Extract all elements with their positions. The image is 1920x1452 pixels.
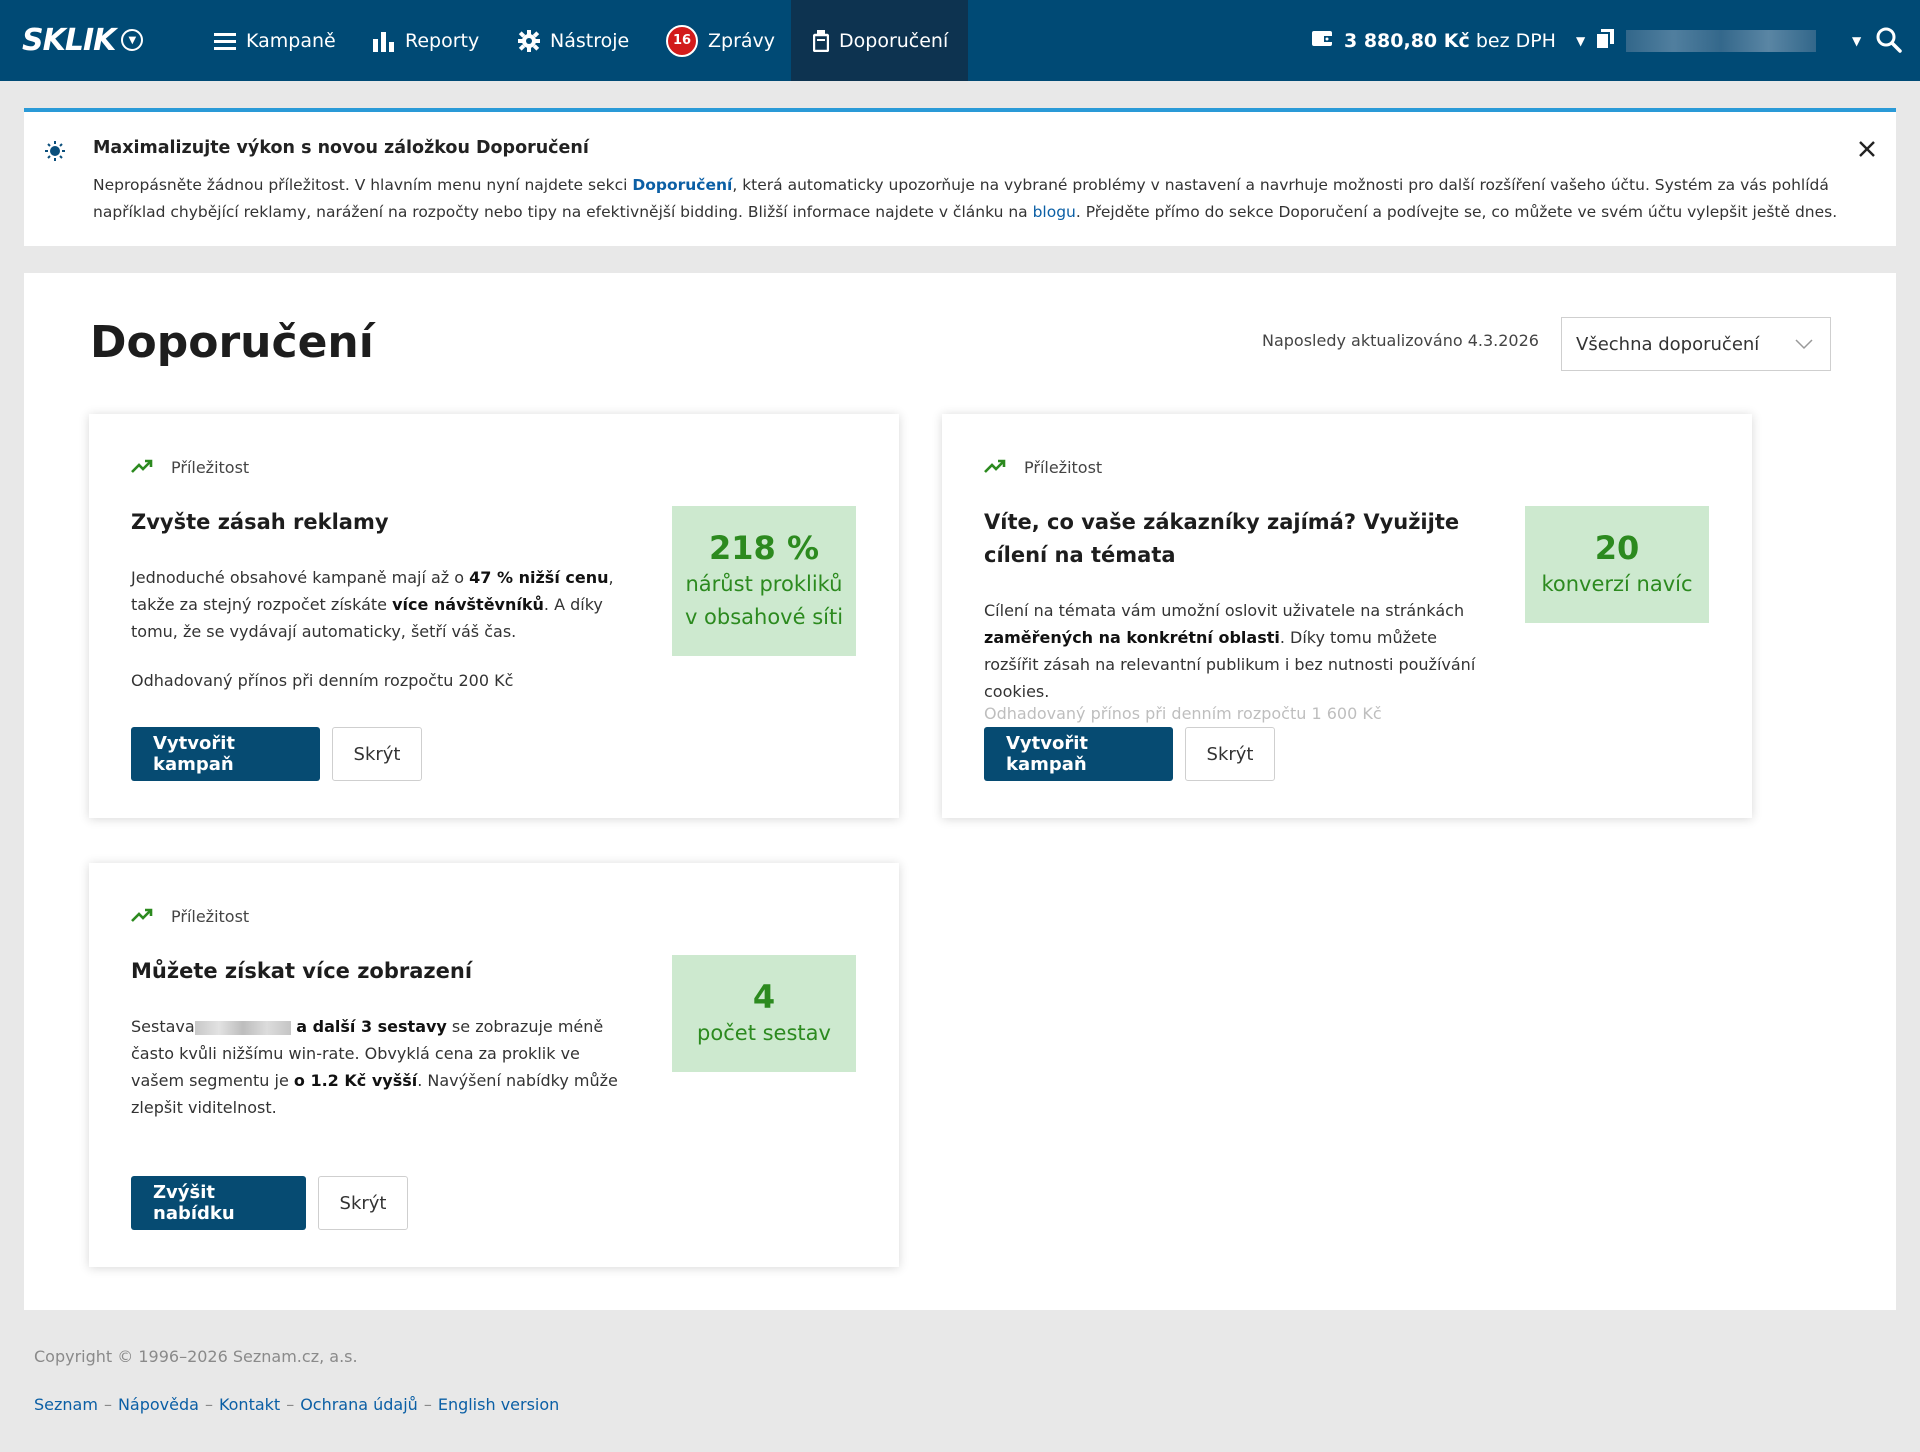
nav-nastroje[interactable]: Nástroje — [518, 0, 629, 81]
banner-text: Nepropásněte žádnou příležitost. V hlavn… — [93, 176, 1838, 221]
nav-label: Nástroje — [550, 29, 630, 52]
wallet-icon — [1312, 29, 1334, 52]
card-title: Zvyšte zásah reklamy — [131, 510, 389, 534]
card-estimate: Odhadovaný přínos při denním rozpočtu 1 … — [984, 704, 1382, 723]
card-category: Příležitost — [131, 907, 249, 926]
create-campaign-button[interactable]: Vytvořit kampaň — [131, 727, 320, 781]
logo-text: SKLIK — [22, 22, 116, 58]
redacted-name — [194, 1020, 291, 1035]
copyright: Copyright © 1996–2026 Seznam.cz, a.s. — [34, 1347, 358, 1366]
metric-value: 218 % — [709, 529, 819, 567]
chevron-down-icon[interactable]: ▼ — [121, 29, 144, 51]
trending-up-icon — [131, 458, 153, 477]
nav-label: Kampaně — [246, 29, 336, 52]
create-campaign-button[interactable]: Vytvořit kampaň — [984, 727, 1173, 781]
card-description: Cílení na témata vám umožní oslovit uživ… — [984, 601, 1476, 701]
metric-value: 4 — [752, 978, 776, 1016]
copy-icon — [1595, 28, 1614, 53]
footer-links: Seznam – Nápověda – Kontakt – Ochrana údajů… — [34, 1395, 560, 1414]
trending-up-icon — [131, 907, 153, 926]
footer-link-napoveda[interactable]: Nápověda — [118, 1395, 199, 1414]
recommendation-filter-select[interactable]: Všechna doporučení — [1561, 317, 1831, 371]
top-navigation-bar: SKLIK ▼ Kampaně Reporty Nástroje 16 Zprá… — [0, 0, 1920, 81]
card-title: Můžete získat více zobrazení — [131, 959, 473, 983]
chevron-down-icon — [1794, 334, 1814, 354]
page-title: Doporučení — [90, 317, 374, 368]
last-updated: Naposledy aktualizováno 4.3.2026 — [1262, 331, 1539, 350]
footer-link-privacy[interactable]: Ochrana údajů — [300, 1395, 418, 1414]
info-banner: Maximalizujte výkon s novou záložkou Dop… — [24, 108, 1896, 246]
bar-chart-icon — [373, 30, 395, 52]
card-description: Jednoduché obsahové kampaně mají až o 47… — [131, 568, 614, 641]
footer-link-kontakt[interactable]: Kontakt — [219, 1395, 280, 1414]
recommendation-card: Příležitost Zvyšte zásah reklamy Jednodu… — [89, 414, 899, 818]
credit-balance[interactable]: 3 880,80 Kč bez DPH ▼ — [1312, 0, 1585, 81]
nav-label: Doporučení — [839, 29, 949, 52]
search-icon[interactable] — [1874, 25, 1904, 55]
recommendation-icon — [813, 29, 829, 52]
account-name-redacted — [1626, 29, 1816, 52]
caret-down-icon[interactable]: ▼ — [1576, 34, 1585, 48]
sklik-logo[interactable]: SKLIK ▼ — [22, 22, 144, 58]
caret-down-icon[interactable]: ▼ — [1852, 34, 1861, 48]
trending-up-icon — [984, 458, 1006, 477]
nav-doporuceni[interactable]: Doporučení — [791, 0, 968, 81]
recommendation-card: Příležitost Můžete získat více zobrazení… — [89, 863, 899, 1267]
metric-box: 20 konverzí navíc — [1525, 506, 1709, 623]
nav-zpravy[interactable]: 16 Zprávy — [666, 0, 775, 81]
metric-label: nárůst prokliků v obsahové síti — [684, 572, 844, 629]
messages-count-badge: 16 — [666, 24, 698, 57]
footer-link-english[interactable]: English version — [438, 1395, 559, 1414]
gear-icon — [518, 29, 540, 52]
hide-button[interactable]: Skrýt — [1185, 727, 1275, 781]
metric-box: 4 počet sestav — [672, 955, 856, 1072]
credit-amount: 3 880,80 Kč — [1344, 29, 1470, 52]
card-category: Příležitost — [131, 458, 249, 477]
credit-suffix: bez DPH — [1475, 29, 1556, 52]
nav-kampane[interactable]: Kampaně — [214, 0, 336, 81]
recommendation-card: Příležitost Víte, co vaše zákazníky zají… — [942, 414, 1752, 818]
footer-link-seznam[interactable]: Seznam — [34, 1395, 98, 1414]
menu-icon — [214, 31, 236, 51]
card-estimate: Odhadovaný přínos při denním rozpočtu 20… — [131, 671, 514, 690]
account-switcher[interactable]: ▼ — [1595, 0, 1861, 81]
nav-label: Zprávy — [708, 29, 776, 52]
metric-label: počet sestav — [697, 1021, 831, 1045]
banner-title: Maximalizujte výkon s novou záložkou Dop… — [93, 138, 589, 158]
nav-reporty[interactable]: Reporty — [373, 0, 479, 81]
increase-bid-button[interactable]: Zvýšit nabídku — [131, 1176, 306, 1230]
close-icon[interactable] — [1856, 138, 1878, 160]
card-description: Sestava a další 3 sestavy se zobrazuje m… — [131, 1017, 618, 1117]
filter-value: Všechna doporučení — [1576, 333, 1760, 355]
metric-box: 218 % nárůst prokliků v obsahové síti — [672, 506, 856, 656]
metric-value: 20 — [1594, 529, 1640, 567]
hide-button[interactable]: Skrýt — [318, 1176, 408, 1230]
lightbulb-icon — [44, 140, 66, 162]
card-category: Příležitost — [984, 458, 1102, 477]
hide-button[interactable]: Skrýt — [332, 727, 422, 781]
doporuceni-link[interactable]: Doporučení — [632, 176, 732, 194]
nav-label: Reporty — [405, 29, 480, 52]
recommendations-panel: Doporučení Naposledy aktualizováno 4.3.2… — [24, 273, 1896, 1310]
metric-label: konverzí navíc — [1541, 572, 1693, 596]
card-title: Víte, co vaše zákazníky zajímá? Využijte… — [984, 510, 1460, 567]
blog-link[interactable]: blogu — [1033, 203, 1076, 221]
